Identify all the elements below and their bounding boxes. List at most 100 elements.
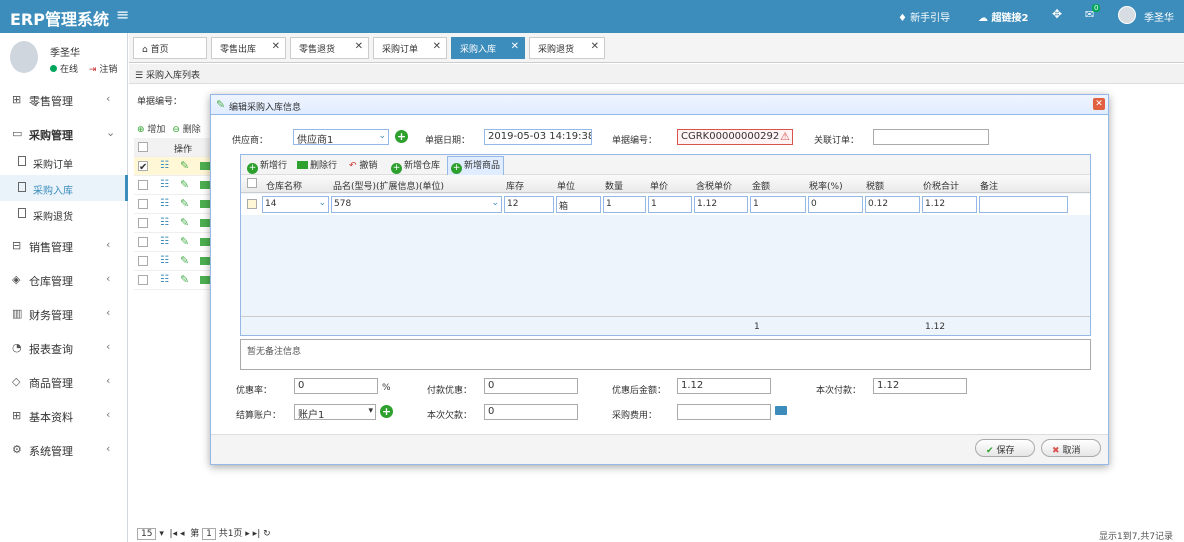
table-row[interactable]: ☷ ✎ xyxy=(134,176,214,195)
price-input[interactable]: 1 xyxy=(648,196,692,213)
select-all-checkbox[interactable] xyxy=(138,142,148,152)
remark-textarea[interactable]: 暂无备注信息 xyxy=(240,339,1091,370)
sidebar-item-finance[interactable]: ▥ 财务管理 ‹ xyxy=(0,301,128,327)
sidebar-item-products[interactable]: ◇ 商品管理 ‹ xyxy=(0,369,128,395)
row-checkbox[interactable] xyxy=(247,199,257,209)
account-select[interactable]: 账户1 ▾ xyxy=(294,404,376,420)
sidebar-item-system[interactable]: ⚙ 系统管理 ‹ xyxy=(0,437,128,463)
table-row[interactable]: ✔ ☷ ✎ xyxy=(134,157,214,176)
sidebar-item-basic[interactable]: ⊞ 基本资料 ‹ xyxy=(0,403,128,429)
delete-icon[interactable] xyxy=(200,257,210,265)
list-icon[interactable]: ☷ xyxy=(160,255,169,266)
delete-icon[interactable] xyxy=(200,200,210,208)
sidebar-item-reports[interactable]: ◔ 报表查询 ‹ xyxy=(0,335,128,361)
delete-icon[interactable] xyxy=(200,181,210,189)
number-input[interactable]: CGRK00000000292 ⚠ xyxy=(677,129,793,145)
stock-cell[interactable]: 12 xyxy=(504,196,554,213)
date-input[interactable]: 2019-05-03 14:19:38 xyxy=(484,129,592,145)
tab-retail-return[interactable]: 零售退货 ✕ xyxy=(290,37,369,59)
page-size-select[interactable]: 15 xyxy=(137,528,157,540)
edit-icon[interactable]: ✎ xyxy=(180,273,189,286)
add-button[interactable]: 增加 xyxy=(147,125,165,135)
delete-button[interactable]: 删除 xyxy=(183,125,201,135)
amount-input[interactable]: 1 xyxy=(750,196,806,213)
sidebar-item-purchase[interactable]: ▭ 采购管理 ⌄ xyxy=(0,121,128,147)
logout-icon[interactable]: ⇥ xyxy=(89,65,97,75)
row-checkbox[interactable] xyxy=(138,218,148,228)
app-title[interactable]: ERP管理系统 xyxy=(10,6,109,30)
list-icon[interactable]: ☷ xyxy=(160,274,169,285)
tab-purchase-order[interactable]: 采购订单 ✕ xyxy=(373,37,447,59)
row-checkbox[interactable]: ✔ xyxy=(138,161,148,173)
tax-rate-input[interactable]: 0 xyxy=(808,196,863,213)
table-row[interactable]: ☷ ✎ xyxy=(134,195,214,214)
delete-icon[interactable] xyxy=(200,238,210,246)
row-checkbox[interactable] xyxy=(138,199,148,209)
user-avatar[interactable] xyxy=(1118,6,1136,24)
delete-icon[interactable] xyxy=(200,162,210,170)
hamburger-icon[interactable]: ≡ xyxy=(116,5,129,24)
add-row-button[interactable]: + 新增行 xyxy=(247,158,287,174)
logout-link[interactable]: 注销 xyxy=(99,65,117,75)
sidebar-sub-purchase-in[interactable]: 采购入库 xyxy=(0,175,128,201)
tab-purchase-return[interactable]: 采购退货 ✕ xyxy=(529,37,605,59)
sidebar-sub-purchase-order[interactable]: 采购订单 xyxy=(0,149,128,175)
link-2[interactable]: ☁ 超链接2 xyxy=(978,9,1028,24)
close-icon[interactable]: ✕ xyxy=(433,41,441,52)
list-icon[interactable]: ☷ xyxy=(160,179,169,190)
sidebar-item-sales[interactable]: ⊟ 销售管理 ‹ xyxy=(0,233,128,259)
product-select[interactable]: 578 ⌄ xyxy=(331,196,502,213)
warehouse-select[interactable]: 14 ⌄ xyxy=(262,196,329,213)
edit-icon[interactable]: ✎ xyxy=(180,197,189,210)
supplier-select[interactable]: 供应商1 ⌄ xyxy=(293,129,389,145)
delete-icon[interactable] xyxy=(200,276,210,284)
sidebar-sub-purchase-return[interactable]: 采购退货 xyxy=(0,201,128,227)
row-checkbox[interactable] xyxy=(138,237,148,247)
tab-retail-out[interactable]: 零售出库 ✕ xyxy=(211,37,286,59)
remark-cell[interactable] xyxy=(979,196,1068,213)
cancel-button[interactable]: ✖ 取消 xyxy=(1041,439,1101,457)
close-icon[interactable]: ✕ xyxy=(272,41,280,52)
refresh-icon[interactable]: ↻ xyxy=(263,529,271,539)
select-all-checkbox[interactable] xyxy=(247,178,257,188)
tab-home[interactable]: ⌂ 首页 xyxy=(133,37,207,59)
edit-icon[interactable]: ✎ xyxy=(180,216,189,229)
close-icon[interactable]: ✕ xyxy=(511,41,519,52)
save-button[interactable]: ✔ 保存 xyxy=(975,439,1035,457)
this-pay-input[interactable]: 1.12 xyxy=(873,378,967,394)
folder-icon[interactable] xyxy=(775,406,787,415)
total-input[interactable]: 1.12 xyxy=(922,196,977,213)
add-supplier-icon[interactable]: + xyxy=(395,130,408,143)
undo-button[interactable]: ↶ 撤销 xyxy=(349,158,377,171)
table-row[interactable]: ☷ ✎ xyxy=(134,252,214,271)
fullscreen-icon[interactable]: ✥ xyxy=(1052,7,1062,21)
unit-cell[interactable]: 箱 xyxy=(556,196,601,213)
discount-rate-input[interactable]: 0 xyxy=(294,378,378,394)
guide-link[interactable]: ♦ 新手引导 xyxy=(898,9,950,24)
page-number-input[interactable]: 1 xyxy=(202,528,216,540)
close-icon[interactable]: ✕ xyxy=(591,41,599,52)
close-icon[interactable]: ✕ xyxy=(1093,98,1105,110)
row-checkbox[interactable] xyxy=(138,275,148,285)
tab-purchase-in[interactable]: 采购入库 ✕ xyxy=(451,37,525,59)
sidebar-item-warehouse[interactable]: ◈ 仓库管理 ‹ xyxy=(0,267,128,293)
table-row[interactable]: ☷ ✎ xyxy=(134,214,214,233)
table-row[interactable]: ☷ ✎ xyxy=(134,271,214,290)
list-icon[interactable]: ☷ xyxy=(160,198,169,209)
edit-icon[interactable]: ✎ xyxy=(180,254,189,267)
table-row[interactable]: 14 ⌄ 578 ⌄ 12 箱 1 1 1.12 1 0 0.12 1.12 xyxy=(241,194,1090,215)
quantity-input[interactable]: 1 xyxy=(603,196,646,213)
linked-order-input[interactable] xyxy=(873,129,989,145)
edit-icon[interactable]: ✎ xyxy=(180,235,189,248)
list-icon[interactable]: ☷ xyxy=(160,217,169,228)
edit-icon[interactable]: ✎ xyxy=(180,178,189,191)
sidebar-item-retail[interactable]: ⊞ 零售管理 ‹ xyxy=(0,87,128,113)
purchase-fee-input[interactable] xyxy=(677,404,771,420)
add-product-button[interactable]: + 新增商品 xyxy=(447,156,505,176)
debt-input[interactable]: 0 xyxy=(484,404,578,420)
table-row[interactable]: ☷ ✎ xyxy=(134,233,214,252)
row-checkbox[interactable] xyxy=(138,180,148,190)
delete-icon[interactable]: ⊖ xyxy=(172,125,180,135)
add-warehouse-button[interactable]: + 新增仓库 xyxy=(391,158,440,174)
tax-amount-input[interactable]: 0.12 xyxy=(865,196,920,213)
